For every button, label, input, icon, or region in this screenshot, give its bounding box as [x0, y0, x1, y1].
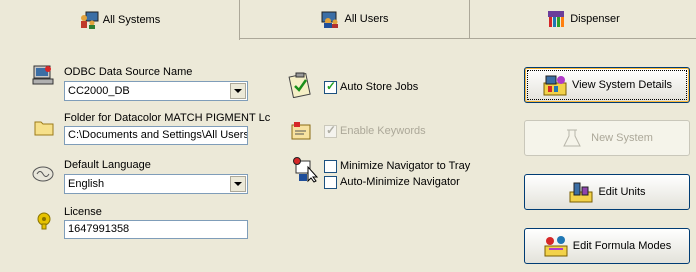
language-value: English [68, 178, 105, 190]
units-icon [568, 181, 594, 203]
odbc-select[interactable]: CC2000_DB [64, 81, 248, 101]
tab-all-systems-label: All Systems [102, 14, 161, 26]
auto-store-jobs-checkbox[interactable] [324, 79, 337, 94]
tab-dispenser[interactable]: Dispenser [470, 0, 696, 39]
edit-units-button[interactable]: Edit Units [524, 174, 690, 210]
license-label: License [64, 206, 102, 218]
auto-minimize-label: Auto-Minimize Navigator [340, 176, 460, 188]
tab-dispenser-label: Dispenser [570, 13, 620, 25]
license-field[interactable]: 1647991358 [64, 220, 248, 239]
minimize-to-tray-checkbox[interactable] [324, 160, 337, 173]
edit-formula-modes-label: Edit Formula Modes [572, 240, 672, 252]
enable-keywords-checkbox[interactable] [324, 123, 337, 138]
database-computer-icon [32, 65, 54, 88]
enable-keywords-label: Enable Keywords [340, 125, 426, 137]
edit-formula-modes-button[interactable]: Edit Formula Modes [524, 228, 690, 264]
odbc-label: ODBC Data Source Name [64, 66, 193, 78]
users-icon [320, 10, 340, 28]
edit-units-label: Edit Units [598, 186, 646, 198]
language-label: Default Language [64, 159, 151, 171]
tab-all-users[interactable]: All Users [240, 0, 470, 39]
speech-bubble-icon [32, 166, 54, 187]
language-select[interactable]: English [64, 174, 248, 194]
tab-all-users-label: All Users [344, 13, 389, 25]
keywords-icon [290, 121, 312, 144]
tab-all-systems[interactable]: All Systems [0, 0, 240, 40]
new-system-icon [561, 127, 587, 149]
auto-store-jobs-label: Auto Store Jobs [340, 81, 419, 93]
dispenser-icon [546, 10, 566, 28]
auto-minimize-checkbox[interactable] [324, 176, 337, 189]
folder-label: Folder for Datacolor MATCH PIGMENT Lc [64, 112, 271, 124]
formula-modes-icon [543, 235, 569, 257]
new-system-button[interactable]: New System [524, 120, 690, 156]
tab-strip: All Systems All Users Dispenser [0, 0, 696, 40]
view-system-details-label: View System Details [571, 79, 673, 91]
folder-path-field[interactable]: C:\Documents and Settings\All Users\A [64, 126, 248, 145]
people-computer-icon [79, 11, 99, 29]
clipboard-check-icon [288, 72, 312, 101]
minimize-to-tray-label: Minimize Navigator to Tray [340, 160, 471, 172]
odbc-value: CC2000_DB [68, 85, 130, 97]
chevron-down-icon[interactable] [230, 83, 246, 99]
system-details-icon [542, 74, 568, 96]
license-key-icon [36, 212, 52, 233]
all-systems-panel: ODBC Data Source Name CC2000_DB Folder f… [0, 39, 696, 272]
view-system-details-button[interactable]: View System Details [524, 67, 690, 103]
chevron-down-icon[interactable] [230, 176, 246, 192]
navigator-cursor-icon [290, 157, 319, 186]
folder-icon [34, 118, 54, 139]
new-system-label: New System [591, 132, 653, 144]
